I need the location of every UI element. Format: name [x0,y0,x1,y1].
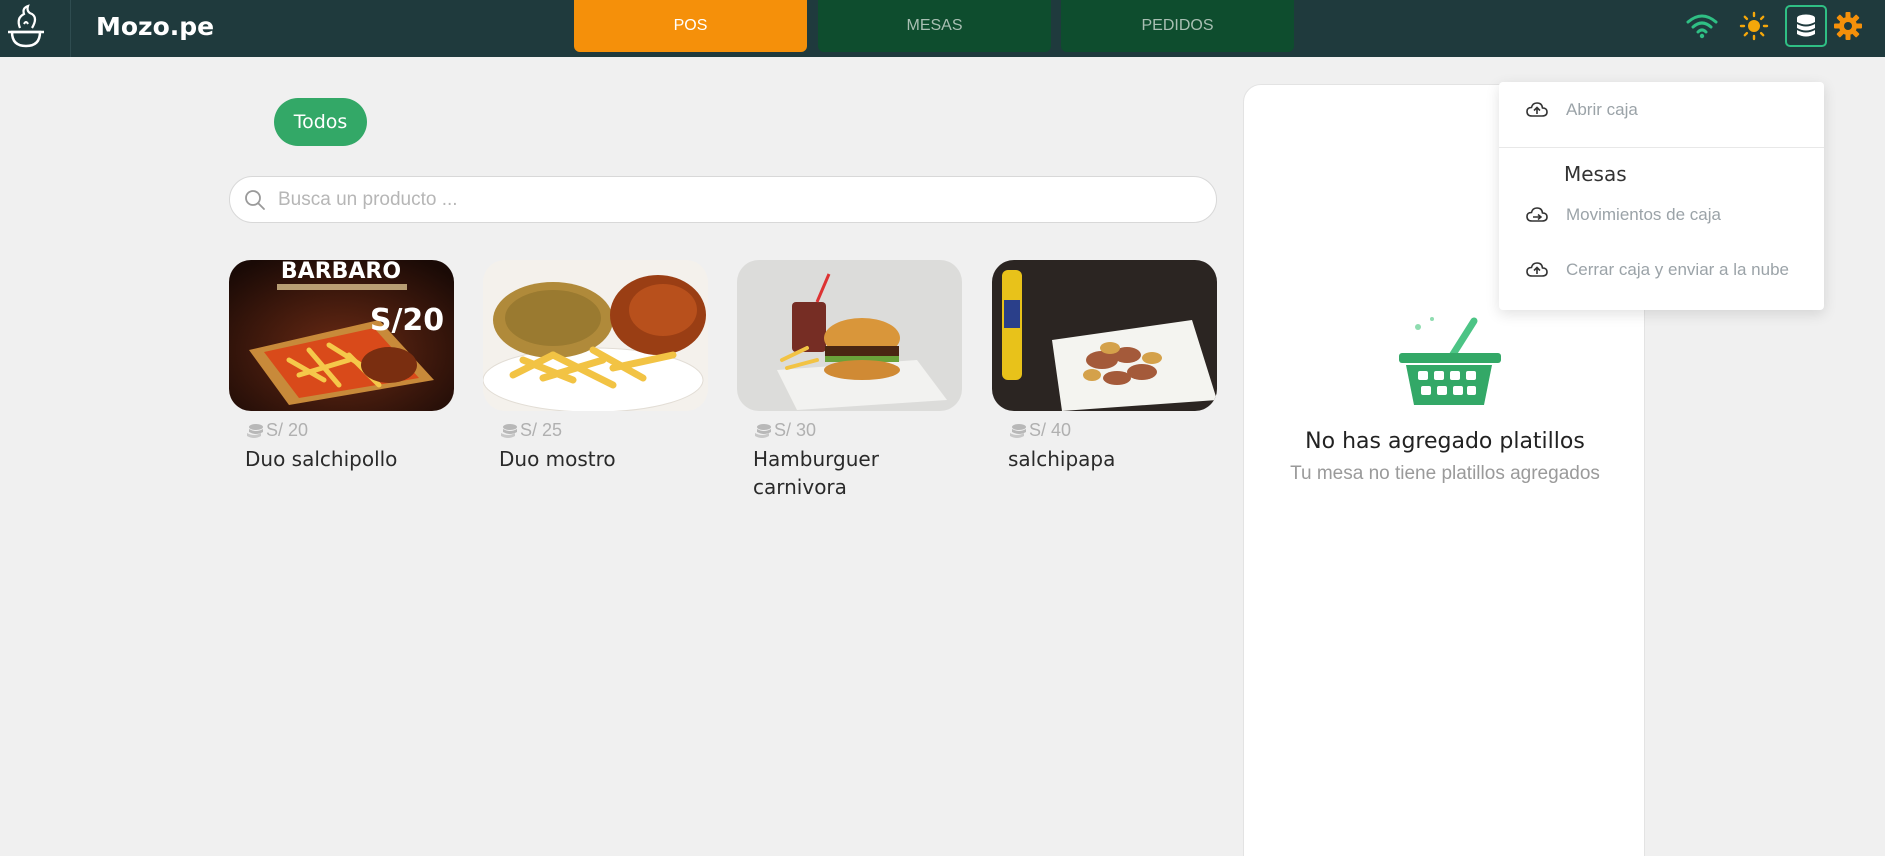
product-card[interactable]: S/ 25 Duo mostro [483,260,708,510]
product-name: Duo salchipollo [245,447,398,471]
top-navbar: Mozo.pe POS MESAS PEDIDOS [0,0,1885,57]
product-price: S/ 25 [499,420,562,441]
search-bar[interactable] [229,176,1217,223]
product-image [992,260,1217,411]
coins-icon[interactable] [1785,5,1827,47]
empty-cart-title: No has agregado platillos [1305,429,1585,454]
product-name: salchipapa [1008,447,1116,471]
product-card[interactable]: S/ 30 Hamburguer carnivora [737,260,962,510]
close-cash-menu-item[interactable]: Cerrar caja y enviar a la nube [1499,250,1824,290]
coins-icon [1008,422,1028,440]
product-card[interactable]: BARBARO S/20 S/ 20 Duo salchipollo [229,260,454,510]
product-image: BARBARO S/20 [229,260,454,411]
product-price: S/ 40 [1008,420,1071,441]
cloud-sync-icon [1525,203,1549,227]
brand-name[interactable]: Mozo.pe [96,12,214,41]
wifi-icon[interactable] [1684,8,1720,44]
promo-price-text: S/20 [370,303,444,338]
logo-divider [70,0,71,57]
search-input[interactable] [278,185,1178,215]
search-icon [244,189,266,211]
chef-hat-icon[interactable] [4,2,48,50]
product-card[interactable]: S/ 40 salchipapa [992,260,1217,510]
menu-section-header: Mesas [1564,162,1627,186]
open-cash-label: Abrir caja [1566,100,1638,119]
coins-icon [245,422,265,440]
coins-icon [753,422,773,440]
coins-icon [499,422,519,440]
product-price-value: S/ 20 [266,420,309,440]
product-price: S/ 30 [753,420,816,441]
empty-cart-subtitle: Tu mesa no tiene platillos agregados [1290,463,1600,484]
product-price-value: S/ 30 [774,420,817,440]
cloud-upload-icon [1525,258,1549,282]
cloud-upload-icon [1525,98,1549,122]
filter-todos[interactable]: Todos [274,98,367,146]
product-price: S/ 20 [245,420,308,441]
open-cash-menu-item[interactable]: Abrir caja [1499,90,1824,130]
product-image [483,260,708,411]
product-name: Hamburguer carnivora [753,447,879,499]
product-name: Duo mostro [499,447,616,471]
tab-pedidos[interactable]: PEDIDOS [1061,0,1294,52]
cash-movements-menu-item[interactable]: Movimientos de caja [1499,195,1824,235]
menu-divider [1499,147,1824,148]
gear-icon[interactable] [1830,8,1866,44]
product-image [737,260,962,411]
basket-icon [1394,309,1504,409]
product-price-value: S/ 25 [520,420,563,440]
sun-icon[interactable] [1736,8,1772,44]
cash-dropdown-menu: Abrir caja Mesas Movimientos de caja Cer… [1499,82,1824,310]
product-price-value: S/ 40 [1029,420,1072,440]
promo-banner-text: BARBARO [281,260,401,284]
cash-movements-label: Movimientos de caja [1566,205,1721,224]
tab-mesas[interactable]: MESAS [818,0,1051,52]
tab-pos[interactable]: POS [574,0,807,52]
close-cash-label: Cerrar caja y enviar a la nube [1566,260,1790,279]
